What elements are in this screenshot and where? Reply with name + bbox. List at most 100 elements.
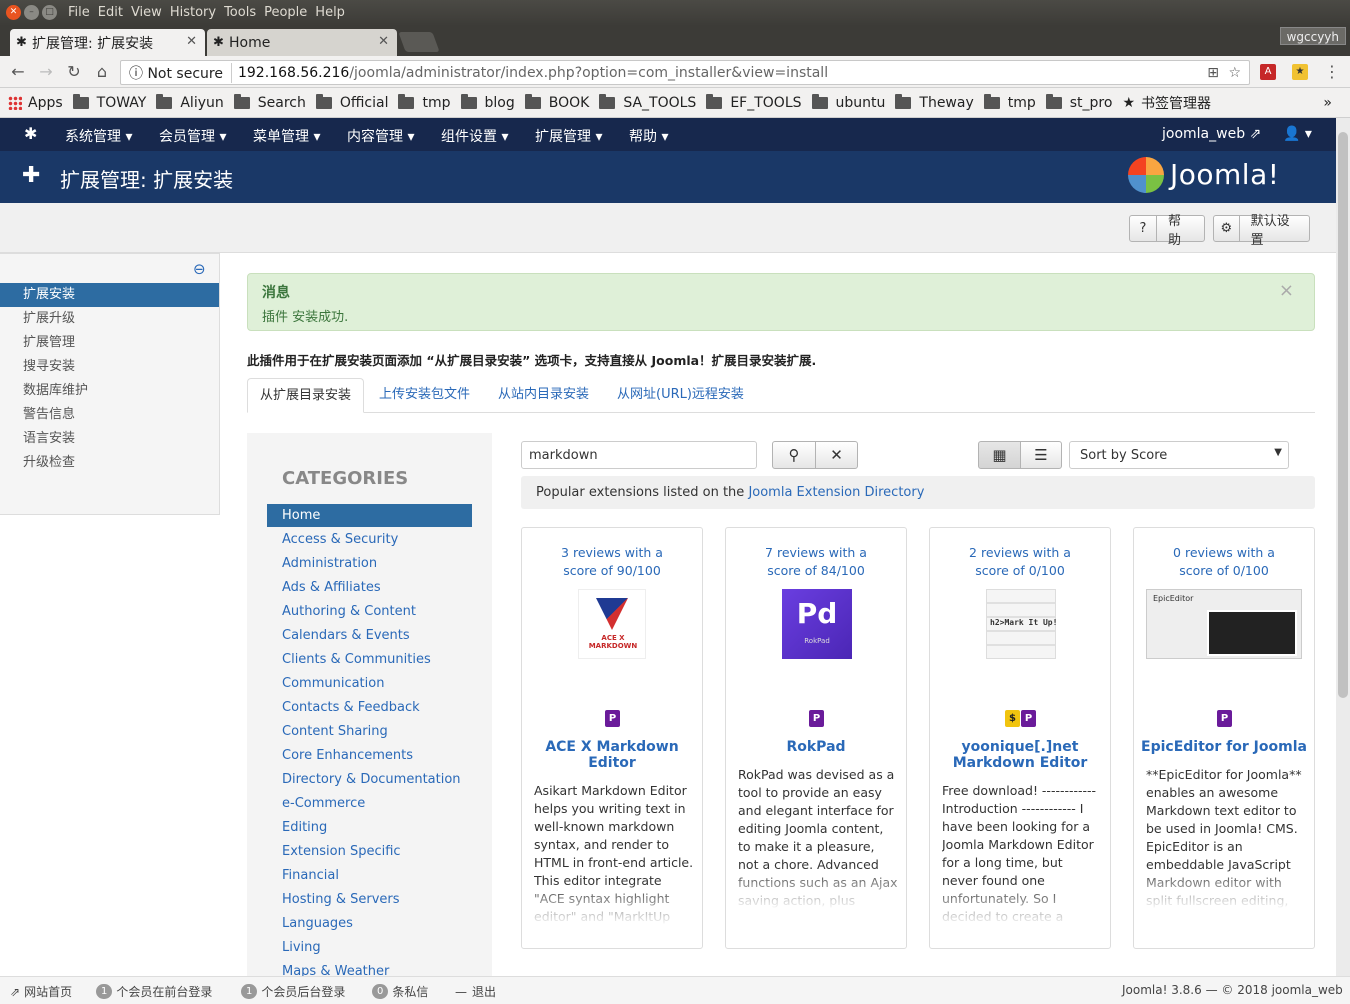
tab-upload-package[interactable]: 上传安装包文件 <box>367 378 482 413</box>
extension-name[interactable]: EpicEditor for Joomla <box>1134 739 1314 755</box>
category-item[interactable]: Content Sharing <box>267 720 472 743</box>
category-item[interactable]: Languages <box>267 912 472 935</box>
sidebar-item-manage[interactable]: 扩展管理 <box>0 331 219 355</box>
logout-link[interactable]: — 退出 <box>455 983 496 1000</box>
category-item[interactable]: Clients & Communities <box>267 648 472 671</box>
bookmark-folder[interactable]: SA_TOOLS <box>599 93 696 111</box>
profile-button[interactable]: wgccyyh <box>1279 27 1346 45</box>
extension-name[interactable]: yoonique[.]net Markdown Editor <box>930 739 1110 771</box>
nav-menus[interactable]: 菜单管理 ▾ <box>253 126 320 146</box>
nav-extensions[interactable]: 扩展管理 ▾ <box>535 126 602 146</box>
home-icon[interactable]: ⌂ <box>92 62 112 82</box>
browser-tab-active[interactable]: ✱ 扩展管理: 扩展安装 ✕ <box>10 29 205 56</box>
category-item[interactable]: Financial <box>267 864 472 887</box>
security-indicator[interactable]: ⓘ Not secure <box>121 62 232 83</box>
menu-view[interactable]: View <box>131 5 162 20</box>
tab-install-from-folder[interactable]: 从站内目录安装 <box>486 378 601 413</box>
page-scrollbar[interactable] <box>1336 118 1350 976</box>
user-menu-icon[interactable]: 👤 ▾ <box>1283 126 1312 142</box>
menu-kebab-icon[interactable]: ⋮ <box>1322 62 1342 82</box>
browser-tab[interactable]: ✱ Home ✕ <box>207 29 397 56</box>
jed-link[interactable]: Joomla Extension Directory <box>748 485 924 500</box>
sidebar-item-discover[interactable]: 搜寻安装 <box>0 355 219 379</box>
nav-users[interactable]: 会员管理 ▾ <box>159 126 226 146</box>
bookmark-apps[interactable]: Apps <box>8 95 63 111</box>
maximize-window-icon[interactable]: □ <box>42 5 57 20</box>
alert-close-icon[interactable]: × <box>1279 280 1294 301</box>
back-icon[interactable]: ← <box>8 62 28 82</box>
review-score[interactable]: 3 reviews with a score of 90/100 <box>522 544 702 580</box>
extension-thumbnail[interactable]: ACE X MARKDOWN <box>578 589 646 659</box>
tab-install-from-url[interactable]: 从网址(URL)远程安装 <box>605 378 756 413</box>
sidebar-item-install[interactable]: 扩展安装 <box>0 283 219 307</box>
bookmark-folder[interactable]: st_pro <box>1045 93 1112 111</box>
extension-thumbnail[interactable]: Pd RokPad <box>782 589 852 659</box>
extension-icon[interactable]: A <box>1260 64 1276 80</box>
site-link[interactable]: joomla_web ⇗ <box>1162 126 1261 142</box>
extension-thumbnail[interactable]: h2>Mark It Up! <box>986 589 1057 659</box>
tab-close-icon[interactable]: ✕ <box>186 34 197 49</box>
bookmark-folder[interactable]: ubuntu <box>811 93 885 111</box>
front-users-status[interactable]: 1 个会员在前台登录 <box>96 983 212 1000</box>
collapse-sidebar-icon[interactable]: ⊖ <box>193 260 206 278</box>
list-view-button[interactable]: ☰ <box>1020 441 1062 469</box>
menu-history[interactable]: History <box>170 5 216 20</box>
category-item[interactable]: e-Commerce <box>267 792 472 815</box>
forward-icon[interactable]: → <box>36 62 56 82</box>
menu-help[interactable]: Help <box>315 5 345 20</box>
extension-card[interactable]: 3 reviews with a score of 90/100 ACE X MA… <box>521 527 703 949</box>
menu-edit[interactable]: Edit <box>98 5 123 20</box>
category-item[interactable]: Communication <box>267 672 472 695</box>
review-score[interactable]: 7 reviews with a score of 84/100 <box>726 544 906 580</box>
tab-install-from-web[interactable]: 从扩展目录安装 <box>247 378 365 413</box>
category-item[interactable]: Core Enhancements <box>267 744 472 767</box>
category-item[interactable]: Maps & Weather <box>267 960 472 976</box>
bookmark-folder[interactable]: Search <box>233 93 306 111</box>
bookmark-folder[interactable]: Theway <box>895 93 974 111</box>
extension-thumbnail[interactable]: EpicEditor <box>1146 589 1302 659</box>
sidebar-item-database[interactable]: 数据库维护 <box>0 379 219 403</box>
extension-card[interactable]: 0 reviews with a score of 0/100 EpicEdito… <box>1133 527 1315 949</box>
category-item[interactable]: Access & Security <box>267 528 472 551</box>
bookmark-folder[interactable]: BOOK <box>524 93 589 111</box>
sort-select[interactable]: Sort by Score ▼ <box>1069 441 1289 469</box>
category-item[interactable]: Editing <box>267 816 472 839</box>
category-item[interactable]: Living <box>267 936 472 959</box>
close-window-icon[interactable]: ✕ <box>6 5 21 20</box>
clear-search-button[interactable]: ✕ <box>815 441 858 469</box>
sidebar-item-languages[interactable]: 语言安装 <box>0 427 219 451</box>
new-tab-button[interactable] <box>398 32 440 52</box>
extension-name[interactable]: RokPad <box>726 739 906 755</box>
grid-view-button[interactable]: ▦ <box>978 441 1021 469</box>
category-item[interactable]: Authoring & Content <box>267 600 472 623</box>
search-input[interactable]: markdown <box>521 441 757 469</box>
minimize-window-icon[interactable]: – <box>24 5 39 20</box>
scrollbar-thumb[interactable] <box>1338 132 1348 698</box>
category-item[interactable]: Administration <box>267 552 472 575</box>
extension-icon[interactable]: ★ <box>1292 64 1308 80</box>
joomla-logo-icon[interactable]: ✱ <box>24 124 37 143</box>
nav-content[interactable]: 内容管理 ▾ <box>347 126 414 146</box>
bookmark-folder[interactable]: EF_TOOLS <box>706 93 802 111</box>
nav-system[interactable]: 系统管理 ▾ <box>65 126 132 146</box>
review-score[interactable]: 2 reviews with a score of 0/100 <box>930 544 1110 580</box>
bookmark-folder[interactable]: tmp <box>398 93 451 111</box>
bookmark-folder[interactable]: TOWAY <box>72 93 146 111</box>
category-item[interactable]: Hosting & Servers <box>267 888 472 911</box>
bookmark-folder[interactable]: Official <box>315 93 388 111</box>
category-item[interactable]: Ads & Affiliates <box>267 576 472 599</box>
tab-close-icon[interactable]: ✕ <box>378 34 389 49</box>
bookmark-folder[interactable]: blog <box>460 93 515 111</box>
sidebar-item-update[interactable]: 扩展升级 <box>0 307 219 331</box>
category-item[interactable]: Contacts & Feedback <box>267 696 472 719</box>
options-button[interactable]: ⚙ 默认设置 <box>1213 214 1310 248</box>
review-score[interactable]: 0 reviews with a score of 0/100 <box>1134 544 1314 580</box>
reload-icon[interactable]: ↻ <box>64 62 84 82</box>
bookmarks-overflow-icon[interactable]: » <box>1323 95 1332 111</box>
extension-card[interactable]: 7 reviews with a score of 84/100 Pd RokPa… <box>725 527 907 949</box>
nav-components[interactable]: 组件设置 ▾ <box>441 126 508 146</box>
url-input[interactable]: ⓘ Not secure 192.168.56.216/joomla/admin… <box>120 60 1250 85</box>
star-icon[interactable]: ☆ <box>1228 65 1241 81</box>
translate-icon[interactable]: ⊞ <box>1207 65 1219 81</box>
search-button[interactable]: ⚲ <box>772 441 816 469</box>
